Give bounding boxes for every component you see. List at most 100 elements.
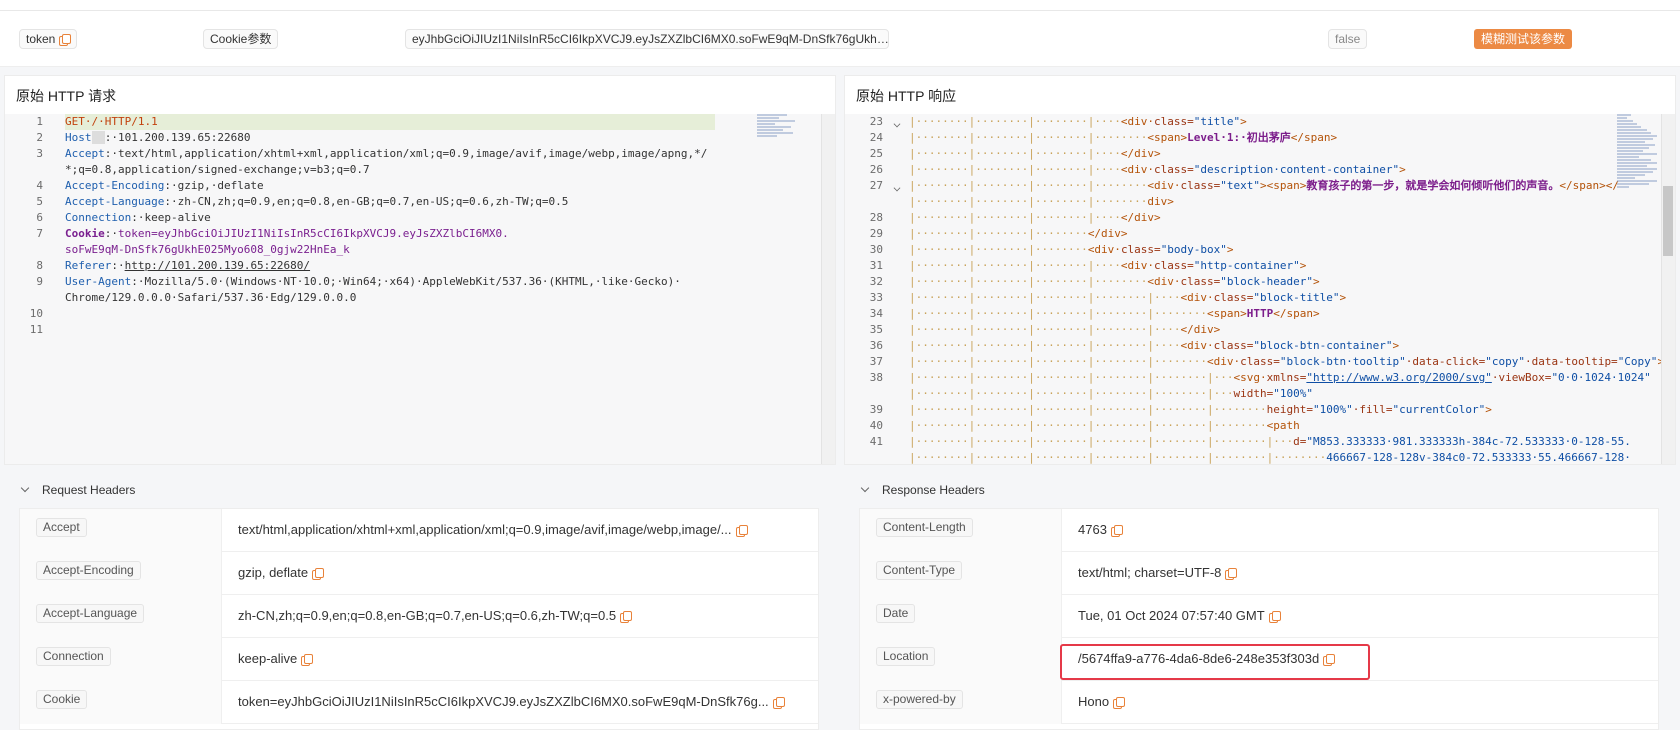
raw-response-title: 原始 HTTP 响应 <box>856 88 957 104</box>
line-number: 36 <box>869 339 883 352</box>
header-row: Accept text/html,application/xhtml+xml,ap… <box>20 509 818 552</box>
line-number: 27 <box>869 179 883 192</box>
copy-icon[interactable] <box>772 697 785 710</box>
line-number: 23 <box>869 115 883 128</box>
header-value: 4763 <box>1078 522 1123 538</box>
chevron-down-icon[interactable] <box>893 114 905 130</box>
copy-icon[interactable] <box>312 568 325 581</box>
header-key-cell: Content-Type <box>860 552 1062 595</box>
line-number: 2 <box>36 131 43 144</box>
header-value-text: gzip, deflate <box>238 565 309 580</box>
line-number <box>845 386 889 402</box>
header-key: Cookie <box>36 690 88 709</box>
param-name: token <box>26 32 56 46</box>
line-number-gutter: 1 2 3 4 5 6 7 8 9 10 11 <box>5 114 49 464</box>
request-headers-table: Accept text/html,application/xhtml+xml,ap… <box>19 508 819 730</box>
header-value: keep-alive <box>238 651 314 667</box>
response-headers-title: Response Headers <box>882 483 985 497</box>
line-number: 25 <box>869 147 883 160</box>
header-key-cell: Content-Length <box>860 509 1062 552</box>
copy-icon[interactable] <box>620 611 633 624</box>
line-number: 4 <box>36 179 43 192</box>
header-value-text: zh-CN,zh;q=0.9,en;q=0.8,en-GB;q=0.7,en-U… <box>238 608 617 623</box>
header-value-text: text/html,application/xhtml+xml,applicat… <box>238 522 732 537</box>
line-number: 38 <box>869 371 883 384</box>
line-number: 37 <box>869 355 883 368</box>
header-row: Content-Type text/html; charset=UTF-8 <box>860 552 1658 595</box>
line-number: 6 <box>36 211 43 224</box>
line-number: 39 <box>869 403 883 416</box>
line-number <box>5 290 49 306</box>
response-headers-table: Content-Length 4763 Content-Type text/html;… <box>859 508 1659 730</box>
param-name-tag: token <box>19 29 78 49</box>
location-highlight-box <box>1060 644 1370 680</box>
request-headers-title: Request Headers <box>42 483 136 497</box>
line-number: 29 <box>869 227 883 240</box>
header-value-text: token=eyJhbGciOiJIUzI1NiIsInR5cCI6IkpXVC… <box>238 694 769 709</box>
header-row: x-powered-by Hono <box>860 681 1658 724</box>
param-row: token Cookie参数 eyJhbGciOiJIUzI1NiIsInR5c… <box>0 11 1680 67</box>
header-value: text/html,application/xhtml+xml,applicat… <box>238 522 748 538</box>
line-number: 24 <box>869 131 883 144</box>
vertical-scrollbar[interactable] <box>821 114 835 464</box>
scrollbar-thumb[interactable] <box>1663 186 1673 256</box>
copy-icon[interactable] <box>1110 525 1123 538</box>
fold-markers[interactable] <box>893 114 905 464</box>
line-number: 11 <box>29 323 43 336</box>
chevron-down-icon[interactable] <box>893 178 905 194</box>
copy-icon[interactable] <box>1268 611 1281 624</box>
line-number: 7 <box>36 227 43 240</box>
copy-icon[interactable] <box>59 34 72 47</box>
header-key: Accept-Encoding <box>36 561 141 580</box>
vertical-scrollbar[interactable] <box>1661 114 1675 464</box>
header-value: Hono <box>1078 694 1126 710</box>
response-headers-toggle[interactable]: Response Headers <box>860 483 985 497</box>
header-key: Connection <box>36 647 111 666</box>
copy-icon[interactable] <box>1225 568 1238 581</box>
minimap[interactable] <box>1617 114 1657 314</box>
header-key-cell: Cookie <box>20 681 222 724</box>
line-number-gutter: 23 24 25 26 27 28 29 30 31 32 33 34 35 36 37 38 39 40 41 <box>845 114 889 464</box>
line-number: 28 <box>869 211 883 224</box>
line-number: 35 <box>869 323 883 336</box>
request-code: GET·/·HTTP/1.1 Host :·101.200.139.65:226… <box>65 114 715 338</box>
line-number <box>5 242 49 258</box>
line-number <box>845 450 889 464</box>
header-value: text/html; charset=UTF-8 <box>1078 565 1238 581</box>
copy-icon[interactable] <box>735 525 748 538</box>
line-number: 32 <box>869 275 883 288</box>
header-row: Accept-Encoding gzip, deflate <box>20 552 818 595</box>
header-value-text: text/html; charset=UTF-8 <box>1078 565 1222 580</box>
header-row: Accept-Language zh-CN,zh;q=0.9,en;q=0.8,e… <box>20 595 818 638</box>
raw-response-editor[interactable]: 23 24 25 26 27 28 29 30 31 32 33 34 35 36 37 38 39 40 41 |… <box>845 114 1675 464</box>
top-table-edge <box>0 0 1680 11</box>
header-key: Accept <box>36 518 87 537</box>
copy-icon[interactable] <box>1113 697 1126 710</box>
line-number: 8 <box>36 259 43 272</box>
header-key-cell: Date <box>860 595 1062 638</box>
header-key: Content-Length <box>876 518 973 537</box>
header-key-cell: Accept-Language <box>20 595 222 638</box>
line-number <box>5 162 49 178</box>
request-headers-toggle[interactable]: Request Headers <box>20 483 136 497</box>
line-number: 26 <box>869 163 883 176</box>
header-value-text: keep-alive <box>238 651 298 666</box>
param-value: eyJhbGciOiJIUzI1NiIsInR5cCI6IkpXVCJ9.eyJ… <box>412 32 889 46</box>
raw-request-editor[interactable]: 1 2 3 4 5 6 7 8 9 10 11 GET·/·HTTP/1.1 Host :·101.… <box>5 114 835 464</box>
header-key-cell: Accept <box>20 509 222 552</box>
chevron-down-icon <box>860 483 870 493</box>
line-number: 33 <box>869 291 883 304</box>
header-row: Cookie token=eyJhbGciOiJIUzI1NiIsInR5cCI6… <box>20 681 818 724</box>
line-number: 5 <box>36 195 43 208</box>
header-value: zh-CN,zh;q=0.9,en;q=0.8,en-GB;q=0.7,en-U… <box>238 608 633 624</box>
line-number: 1 <box>36 115 43 128</box>
header-value-text: Hono <box>1078 694 1110 709</box>
line-number: 34 <box>869 307 883 320</box>
header-key-cell: x-powered-by <box>860 681 1062 724</box>
header-value: Tue, 01 Oct 2024 07:57:40 GMT <box>1078 608 1281 624</box>
header-key-cell: Connection <box>20 638 222 681</box>
copy-icon[interactable] <box>301 654 314 667</box>
line-number <box>845 194 889 210</box>
minimap[interactable] <box>757 114 797 154</box>
fuzz-param-button[interactable]: 模糊测试该参数 <box>1474 29 1573 49</box>
